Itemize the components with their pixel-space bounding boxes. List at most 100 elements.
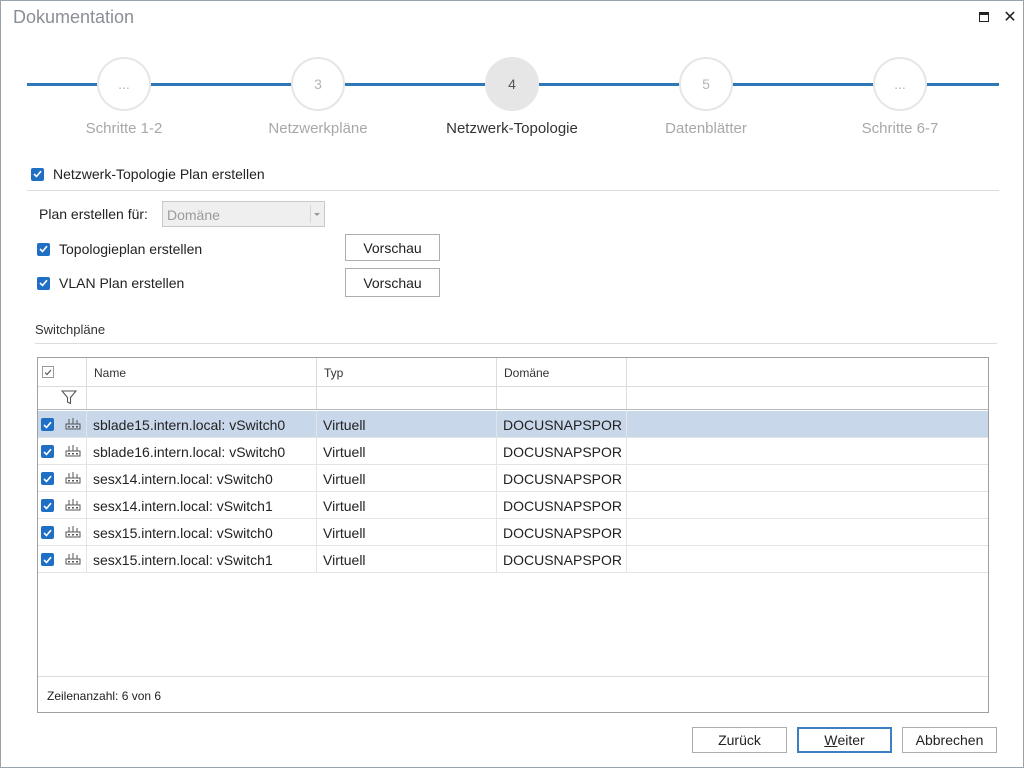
step-label: Schritte 6-7 xyxy=(861,120,939,137)
next-label: eiter xyxy=(837,732,865,748)
row-checkbox[interactable] xyxy=(41,499,54,512)
row-checkbox[interactable] xyxy=(41,553,54,566)
chevron-down-icon xyxy=(313,212,320,216)
column-separator xyxy=(496,438,497,465)
step-label: Netzwerkpläne xyxy=(268,120,368,137)
row-checkbox[interactable] xyxy=(41,445,54,458)
switch-plans-grid: Name Typ Domäne sblade15.intern.local: v… xyxy=(37,357,989,713)
column-separator xyxy=(316,492,317,519)
wizard-stepper: ... Schritte 1-2 3 Netzwerkpläne 4 Netzw… xyxy=(27,57,999,147)
column-separator xyxy=(626,438,627,465)
next-mnemonic: W xyxy=(824,732,838,748)
column-separator xyxy=(316,438,317,465)
column-header-name[interactable]: Name xyxy=(94,366,126,380)
step-4-current[interactable]: 4 Netzwerk-Topologie xyxy=(432,57,592,137)
table-row[interactable]: sesx15.intern.local: vSwitch1 Virtuell DOC… xyxy=(38,546,988,573)
next-button[interactable]: Weiter xyxy=(797,727,892,753)
window-title: Dokumentation xyxy=(13,7,135,27)
vlan-plan-checkbox[interactable] xyxy=(37,276,50,290)
step-3[interactable]: 3 Netzwerkpläne xyxy=(238,57,398,137)
column-separator xyxy=(626,546,627,573)
vlan-plan-option[interactable]: VLAN Plan erstellen xyxy=(37,275,184,291)
cell-name: sesx15.intern.local: vSwitch1 xyxy=(93,552,273,568)
topology-plan-option[interactable]: Topologieplan erstellen xyxy=(37,241,202,257)
cell-name: sesx14.intern.local: vSwitch0 xyxy=(93,471,273,487)
step-circle: ... xyxy=(873,57,927,111)
topology-preview-button[interactable]: Vorschau xyxy=(345,234,440,261)
table-row[interactable]: sesx14.intern.local: vSwitch0 Virtuell DOC… xyxy=(38,465,988,492)
column-separator xyxy=(316,519,317,546)
cell-type: Virtuell xyxy=(323,471,366,487)
cancel-button[interactable]: Abbrechen xyxy=(902,727,997,753)
column-separator xyxy=(86,546,87,573)
column-separator xyxy=(626,492,627,519)
table-row[interactable]: sesx15.intern.local: vSwitch0 Virtuell DOC… xyxy=(38,519,988,546)
switch-icon xyxy=(65,499,81,511)
switch-icon xyxy=(65,418,81,430)
maximize-button[interactable] xyxy=(973,7,995,27)
cell-name: sesx14.intern.local: vSwitch1 xyxy=(93,498,273,514)
column-separator xyxy=(626,465,627,492)
row-count: Zeilenanzahl: 6 von 6 xyxy=(47,689,162,703)
cell-name: sesx15.intern.local: vSwitch0 xyxy=(93,525,273,541)
title-bar: Dokumentation ✕ xyxy=(1,1,1023,35)
row-checkbox[interactable] xyxy=(41,418,54,431)
column-header-domain[interactable]: Domäne xyxy=(504,366,549,380)
column-separator xyxy=(496,411,497,438)
column-separator xyxy=(496,546,497,573)
create-topology-plan-option[interactable]: Netzwerk-Topologie Plan erstellen xyxy=(31,166,265,182)
column-separator xyxy=(86,438,87,465)
column-separator xyxy=(316,546,317,573)
step-5[interactable]: 5 Datenblätter xyxy=(626,57,786,137)
row-checkbox[interactable] xyxy=(41,472,54,485)
step-circle: 3 xyxy=(291,57,345,111)
grid-header: Name Typ Domäne xyxy=(38,358,988,410)
filter-row xyxy=(38,387,988,410)
plan-for-select[interactable]: Domäne xyxy=(162,201,325,227)
grid-footer: Zeilenanzahl: 6 von 6 xyxy=(38,676,988,712)
select-all-checkbox[interactable] xyxy=(42,366,54,378)
topology-plan-label: Topologieplan erstellen xyxy=(59,241,203,257)
cell-domain: DOCUSNAPSPOR... xyxy=(503,498,623,514)
switch-icon xyxy=(65,445,81,457)
cell-type: Virtuell xyxy=(323,525,366,541)
vlan-preview-button[interactable]: Vorschau xyxy=(345,268,440,297)
column-header-type[interactable]: Typ xyxy=(324,366,343,380)
create-topology-plan-checkbox[interactable] xyxy=(31,167,44,181)
cell-type: Virtuell xyxy=(323,498,366,514)
step-6-7[interactable]: ... Schritte 6-7 xyxy=(820,57,980,137)
column-separator xyxy=(496,465,497,492)
step-label: Netzwerk-Topologie xyxy=(446,120,578,137)
switch-icon xyxy=(65,526,81,538)
cell-type: Virtuell xyxy=(323,552,366,568)
column-separator xyxy=(496,492,497,519)
create-topology-plan-label: Netzwerk-Topologie Plan erstellen xyxy=(53,166,265,182)
topology-plan-checkbox[interactable] xyxy=(37,242,50,256)
column-separator xyxy=(86,465,87,492)
divider xyxy=(35,343,997,344)
step-label: Schritte 1-2 xyxy=(85,120,163,137)
cell-domain: DOCUSNAPSPOR... xyxy=(503,552,623,568)
cell-domain: DOCUSNAPSPOR... xyxy=(503,444,623,460)
step-circle: 4 xyxy=(485,57,539,111)
row-checkbox[interactable] xyxy=(41,526,54,539)
switch-icon xyxy=(65,553,81,565)
step-circle: 5 xyxy=(679,57,733,111)
step-1-2[interactable]: ... Schritte 1-2 xyxy=(44,57,204,137)
divider xyxy=(27,190,999,191)
table-row[interactable]: sesx14.intern.local: vSwitch1 Virtuell DOC… xyxy=(38,492,988,519)
switch-icon xyxy=(65,472,81,484)
filter-icon[interactable] xyxy=(61,390,77,405)
table-row[interactable]: sblade16.intern.local: vSwitch0 Virtuell D… xyxy=(38,438,988,465)
cell-domain: DOCUSNAPSPOR... xyxy=(503,471,623,487)
dropdown-button[interactable] xyxy=(310,205,322,223)
close-button[interactable]: ✕ xyxy=(999,7,1021,27)
column-separator xyxy=(86,492,87,519)
plan-for-label: Plan erstellen für: xyxy=(39,206,148,222)
column-separator xyxy=(86,519,87,546)
cell-domain: DOCUSNAPSPOR... xyxy=(503,525,623,541)
table-row[interactable]: sblade15.intern.local: vSwitch0 Virtuell D… xyxy=(38,411,988,438)
column-separator xyxy=(86,411,87,438)
switch-plans-title: Switchpläne xyxy=(35,322,106,337)
back-button[interactable]: Zurück xyxy=(692,727,787,753)
